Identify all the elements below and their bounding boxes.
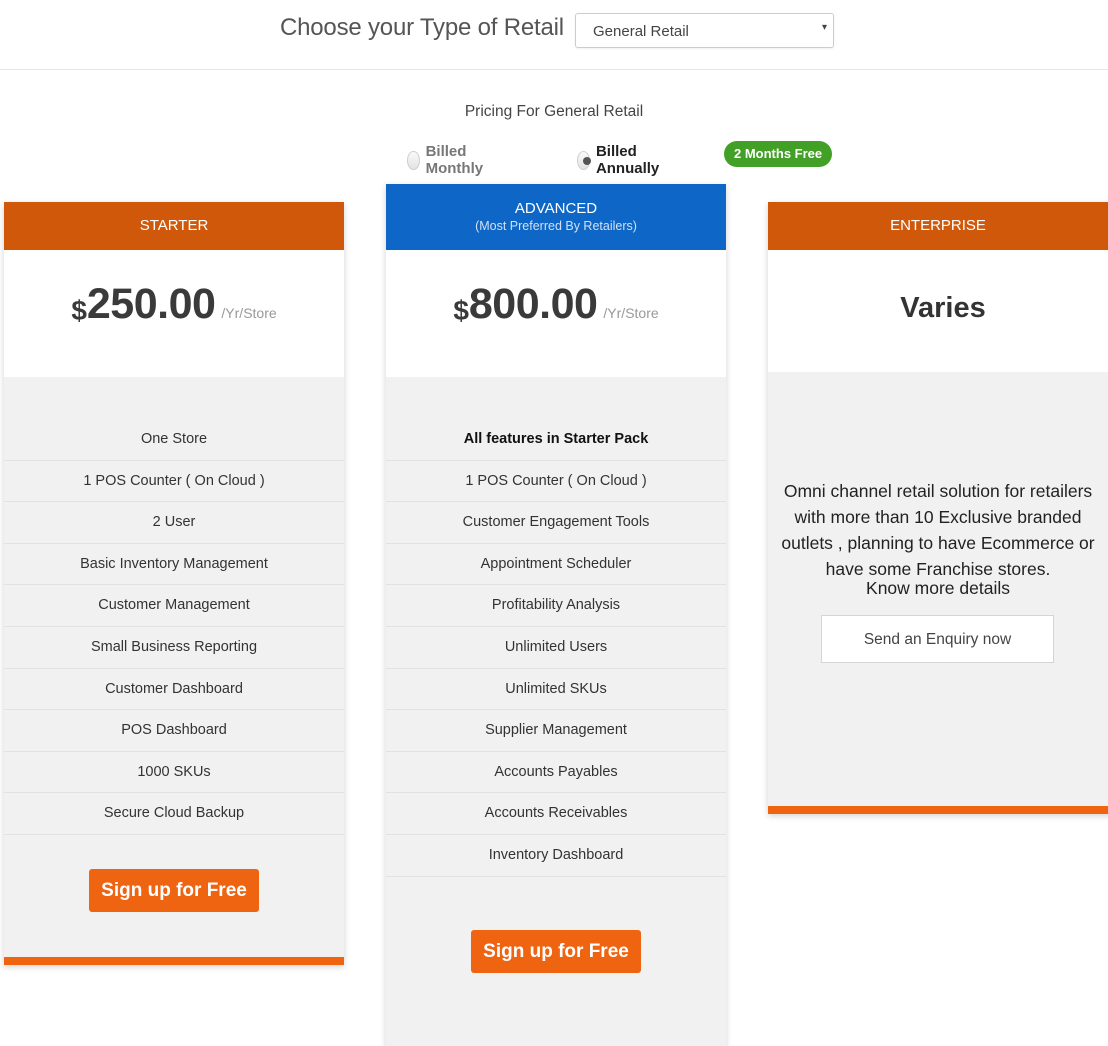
plan-card-enterprise: ENTERPRISE Varies Omni channel retail so… — [768, 202, 1108, 814]
know-more-details-link[interactable]: Know more details — [768, 578, 1108, 599]
feature-item: Supplier Management — [386, 710, 726, 752]
page-title: Choose your Type of Retail — [280, 14, 564, 41]
price-period: /Yr/Store — [221, 305, 277, 321]
feature-item: One Store — [4, 419, 344, 461]
feature-item: Appointment Scheduler — [386, 544, 726, 586]
billed-monthly-label: Billed Monthly — [425, 143, 484, 177]
price-varies: Varies — [900, 292, 986, 324]
card-footer-bar — [768, 806, 1108, 814]
plan-subtitle: (Most Preferred By Retailers) — [475, 219, 637, 233]
feature-item: Accounts Receivables — [386, 793, 726, 835]
chevron-down-icon: ▾ — [821, 22, 827, 33]
plan-card-starter: STARTER $250.00/Yr/Store One Store 1 POS… — [4, 202, 344, 965]
feature-item: Profitability Analysis — [386, 585, 726, 627]
feature-item: 1000 SKUs — [4, 752, 344, 794]
feature-item: 2 User — [4, 502, 344, 544]
advanced-signup-button[interactable]: Sign up for Free — [471, 929, 641, 973]
card-footer-bar — [4, 957, 344, 965]
billed-annually-label: Billed Annually — [595, 143, 660, 177]
feature-item: 1 POS Counter ( On Cloud ) — [4, 461, 344, 503]
feature-item: Accounts Payables — [386, 752, 726, 794]
retail-type-selected-value: General Retail — [593, 23, 689, 40]
feature-item: POS Dashboard — [4, 710, 344, 752]
feature-item: Inventory Dashboard — [386, 835, 726, 877]
retail-type-select[interactable]: General Retail ▾ — [575, 13, 834, 48]
feature-item: Customer Management — [4, 585, 344, 627]
retail-type-bar: Choose your Type of Retail General Retai… — [0, 0, 1108, 70]
plan-price-box: $250.00/Yr/Store — [4, 250, 344, 377]
feature-item: Customer Dashboard — [4, 669, 344, 711]
feature-list: One Store 1 POS Counter ( On Cloud ) 2 U… — [4, 419, 344, 835]
feature-item: Basic Inventory Management — [4, 544, 344, 586]
starter-signup-button[interactable]: Sign up for Free — [89, 868, 259, 912]
feature-item: Secure Cloud Backup — [4, 793, 344, 835]
feature-list: All features in Starter Pack 1 POS Count… — [386, 419, 726, 877]
pricing-subtitle: Pricing For General Retail — [464, 103, 644, 120]
plan-card-advanced: ADVANCED (Most Preferred By Retailers) $… — [386, 184, 726, 1046]
billed-monthly-radio[interactable]: Billed Monthly — [407, 143, 489, 177]
enterprise-description: Omni channel retail solution for retaile… — [781, 481, 1095, 579]
price-period: /Yr/Store — [603, 305, 659, 321]
feature-item: Unlimited Users — [386, 627, 726, 669]
price-amount: 250.00 — [86, 280, 216, 328]
plan-name: ADVANCED — [514, 200, 598, 217]
feature-item: Small Business Reporting — [4, 627, 344, 669]
plan-header: ADVANCED (Most Preferred By Retailers) — [386, 184, 726, 250]
plan-price-box: $800.00/Yr/Store — [386, 250, 726, 377]
currency-symbol: $ — [453, 295, 469, 326]
send-enquiry-button[interactable]: Send an Enquiry now — [821, 615, 1054, 663]
feature-item: All features in Starter Pack — [386, 419, 726, 461]
feature-item: 1 POS Counter ( On Cloud ) — [386, 461, 726, 503]
feature-item: Customer Engagement Tools — [386, 502, 726, 544]
billed-annually-radio[interactable]: Billed Annually — [577, 143, 665, 177]
price-amount: 800.00 — [468, 280, 598, 328]
radio-unchecked-icon — [407, 150, 420, 170]
plan-name: ENTERPRISE — [768, 202, 1108, 250]
currency-symbol: $ — [71, 295, 87, 326]
months-free-badge: 2 Months Free — [724, 141, 833, 167]
feature-item: Unlimited SKUs — [386, 669, 726, 711]
plan-name: STARTER — [4, 202, 344, 250]
radio-checked-icon — [577, 150, 591, 170]
